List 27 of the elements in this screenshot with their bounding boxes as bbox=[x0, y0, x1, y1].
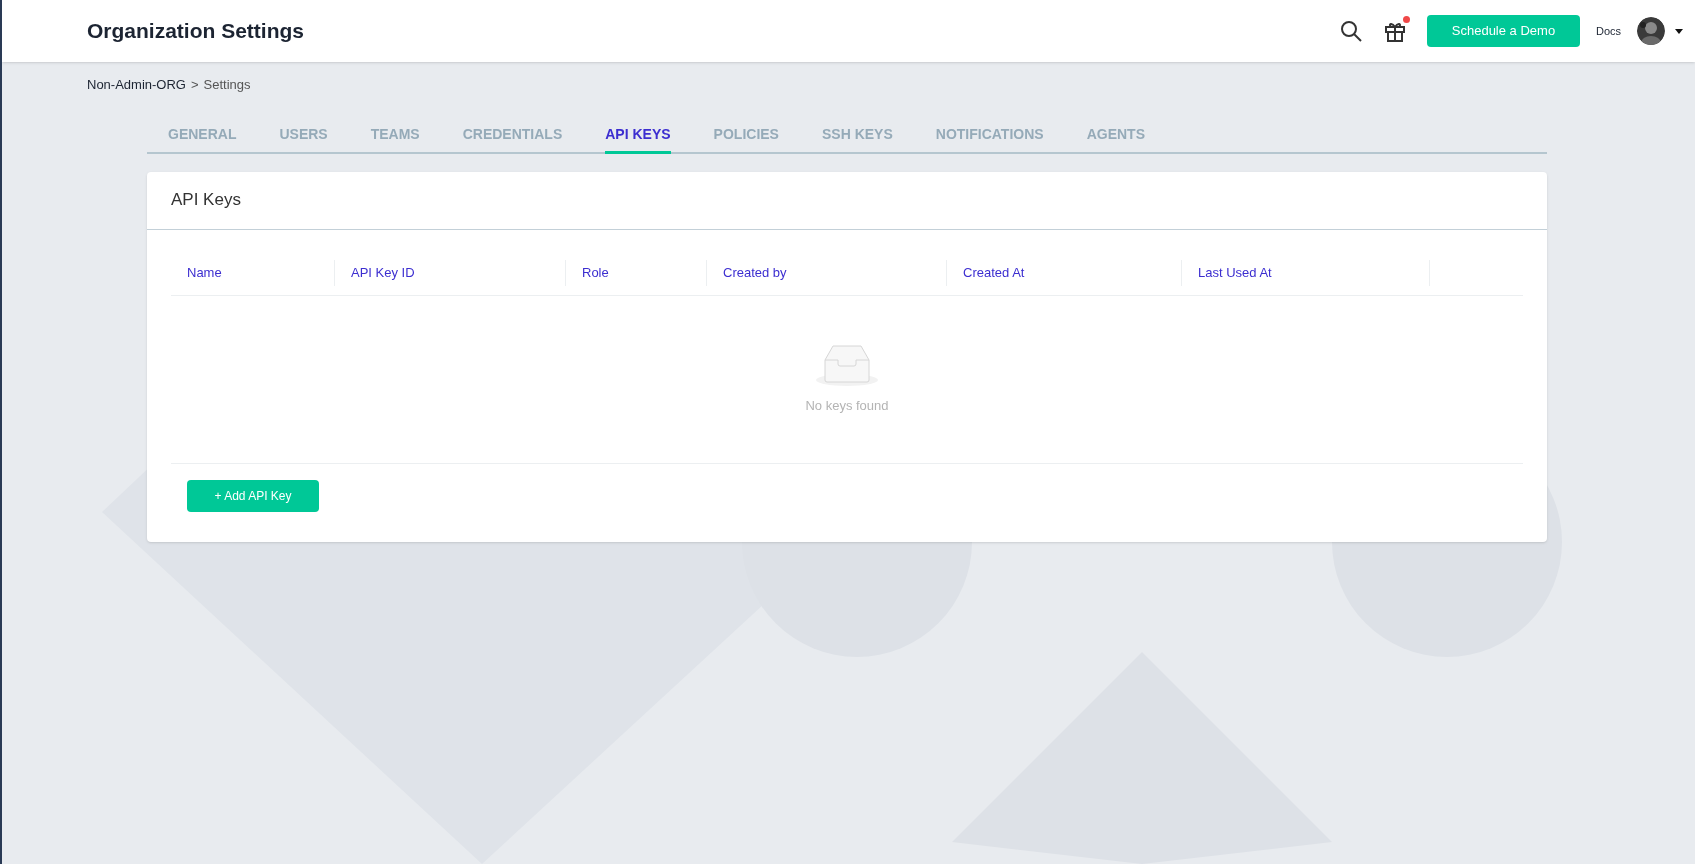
tab[interactable]: SSH KEYS bbox=[821, 123, 893, 154]
column-header: API Key ID bbox=[351, 264, 415, 283]
tab[interactable]: POLICIES bbox=[713, 123, 779, 154]
breadcrumb-current: Settings bbox=[203, 76, 251, 94]
add-api-key-button[interactable]: + Add API Key bbox=[187, 479, 319, 512]
tab[interactable]: GENERAL bbox=[168, 123, 237, 154]
tab[interactable]: AGENTS bbox=[1086, 123, 1145, 154]
tab[interactable]: API KEYS bbox=[605, 123, 671, 154]
tab[interactable]: CREDENTIALS bbox=[462, 123, 563, 154]
column-header: Role bbox=[582, 264, 609, 283]
tab[interactable]: TEAMS bbox=[370, 123, 420, 154]
tab[interactable]: NOTIFICATIONS bbox=[935, 123, 1044, 154]
caret-icon[interactable] bbox=[1675, 28, 1683, 34]
breadcrumb-separator: > bbox=[190, 76, 199, 94]
column-header: Created by bbox=[723, 264, 787, 283]
empty-inbox-icon bbox=[815, 343, 879, 386]
docs-link[interactable]: Docs bbox=[1595, 22, 1621, 40]
column-header: Name bbox=[187, 264, 222, 283]
card-title: API Keys bbox=[171, 189, 241, 212]
tab[interactable]: USERS bbox=[279, 123, 328, 154]
breadcrumb-link[interactable]: Non-Admin-ORG bbox=[87, 75, 186, 95]
column-header: Last Used At bbox=[1198, 264, 1272, 283]
empty-message: No keys found bbox=[805, 396, 889, 415]
search-icon[interactable] bbox=[1338, 19, 1363, 43]
schedule-demo-button[interactable]: Schedule a Demo bbox=[1426, 15, 1580, 47]
page-title: Organization Settings bbox=[87, 18, 304, 45]
column-header: Created At bbox=[963, 264, 1025, 283]
